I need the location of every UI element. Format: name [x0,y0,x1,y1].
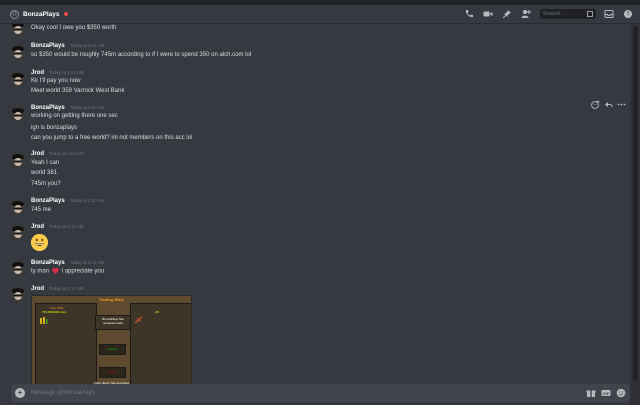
author-name[interactable]: BonzaPlays [31,198,65,204]
avatar[interactable] [10,24,26,36]
message-text: world 381 [31,170,58,176]
message-text-part: ty man [31,268,50,275]
help-icon[interactable]: ? [622,8,634,20]
message-text: can you jump to a free world? im not mem… [31,135,193,141]
video-call-icon[interactable] [482,8,494,20]
trade-status-text: BonzaPlays has accepted trade [102,317,124,325]
header-toolbar: Search ? [456,8,634,20]
message-text: Kk I'll pay you now [31,78,81,84]
avatar[interactable] [10,199,26,215]
add-reaction-icon[interactable] [590,99,600,109]
emoji-picker-icon[interactable] [616,388,626,398]
search-icon [587,11,593,17]
avatar[interactable] [10,71,26,87]
message-hover-actions [587,99,626,109]
author-name[interactable]: Jrod [31,224,44,230]
message-timestamp: Today at 2:04 AM [49,151,84,156]
search-input[interactable]: Search [540,9,596,19]
message-text-part: I appreciate you [61,268,105,275]
trade-offer-value: 745,000,000 coins [42,310,67,314]
author-name[interactable]: BonzaPlays [31,105,65,111]
message-text: Yeah I can [31,160,60,166]
search-placeholder: Search [543,11,561,17]
message-text: Okay cool I owe you $350 worth [31,25,117,31]
message-input[interactable] [31,384,581,402]
message-author[interactable]: BonzaPlays Today at 2:11 AM [31,260,104,266]
scrollbar[interactable] [633,26,638,381]
message-author[interactable]: Jrod Today at 2:11 AM [31,224,83,230]
svg-text:GIF: GIF [603,391,610,396]
message-author[interactable]: BonzaPlays Today at 2:03 AM [31,105,104,111]
reply-icon[interactable] [603,99,613,109]
message-text: 745 me [31,207,52,213]
upload-plus-button[interactable]: + [15,388,25,398]
message-text: working on getting there one sec [31,113,118,119]
message-timestamp: Today at 2:11 AM [69,260,105,265]
gift-icon[interactable] [586,388,596,398]
trade-title: Trading With: [98,297,125,302]
add-friends-icon[interactable] [520,8,532,20]
avatar[interactable] [10,224,26,240]
trade-other-value: 2/0 [155,310,160,314]
avatar[interactable] [10,286,26,302]
gif-icon[interactable]: GIF [601,388,611,398]
status-dnd-icon [63,12,68,16]
message-timestamp: Today at 2:10 AM [69,198,105,203]
message-author[interactable]: Jrod Today at 2:02 AM [31,70,84,76]
grinning-face-emoji-icon[interactable] [31,234,48,251]
channel-name[interactable]: BonzaPlays [23,11,60,18]
message-author[interactable]: BonzaPlays Today at 2:10 AM [31,198,104,204]
trade-status-box: BonzaPlays has accepted trade [95,315,131,330]
avatar[interactable] [10,44,26,60]
trade-offer-panel: Your Offer 745,000,000 coins [35,303,97,385]
voice-call-icon[interactable] [463,8,475,20]
pinned-messages-icon[interactable] [501,8,513,20]
item-icon [134,316,143,324]
message-timestamp: Today at 2:03 AM [69,105,105,110]
author-name[interactable]: BonzaPlays [31,260,65,266]
more-options-icon[interactable] [616,99,626,109]
message-timestamp: Today at 2:01 AM [69,43,105,48]
message-text: ign is bonzaplays [31,125,78,131]
author-name[interactable]: Jrod [31,286,44,292]
trade-screenshot-attachment[interactable]: Trading With: Your Offer 745,000,000 coi… [31,295,192,387]
author-name[interactable]: BonzaPlays [31,43,65,49]
message-text: so $350 would be roughly 745m according … [31,52,252,58]
composer-icons: GIF [581,388,626,398]
coins-icon [40,317,48,324]
message-text: 745m you? [31,181,61,187]
at-icon: @ [10,9,19,19]
trade-other-panel: 2/0 [130,303,191,385]
red-heart-icon [51,268,59,274]
trade-decline-button[interactable]: Decline [99,367,126,378]
avatar[interactable] [10,152,26,168]
inbox-icon[interactable] [603,8,615,20]
message-author[interactable]: Jrod Today at 2:04 AM [31,151,84,157]
trade-accept-button[interactable]: Accept [99,344,126,355]
message-author[interactable]: BonzaPlays Today at 2:01 AM [31,43,104,49]
avatar[interactable] [10,106,26,122]
message-timestamp: Today at 2:02 AM [49,70,84,75]
message-text: Meet world 359 Varrock West Bank [31,88,125,94]
message-author[interactable]: Jrod Today at 2:11 AM [31,286,83,292]
message-timestamp: Today at 2:11 AM [49,224,84,229]
message-timestamp: Today at 2:11 AM [49,286,84,291]
message-composer: + GIF [11,384,630,402]
author-name[interactable]: Jrod [31,151,44,157]
avatar[interactable] [10,260,26,276]
author-name[interactable]: Jrod [31,70,44,76]
message-text: ty man I appreciate you [31,268,104,275]
channel-header: @ BonzaPlays Search ? [0,5,640,24]
